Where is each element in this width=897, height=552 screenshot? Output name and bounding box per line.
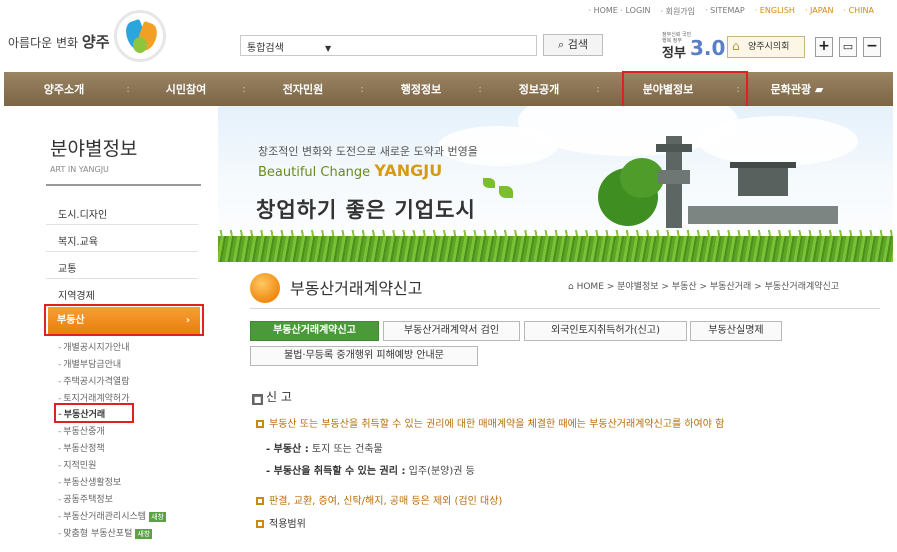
tab-contract-inspection[interactable]: 부동산거래계약서 검인 — [383, 321, 520, 341]
nav-item-culture[interactable]: 문화관광 ▰ — [742, 81, 852, 97]
sitemap-link[interactable]: · SITEMAP — [700, 6, 750, 17]
sidebar: 분야별정보 ART IN YANGJU — [30, 120, 212, 186]
subnav-item[interactable]: - 개별공시지가안내 — [58, 340, 130, 353]
sidebar-divider — [46, 184, 201, 186]
content-bullet-1: 부동산 또는 부동산을 취득할 수 있는 권리에 대한 매매계약을 체결한 때에… — [256, 415, 724, 430]
gov-text: 정부 — [662, 46, 686, 61]
main-nav: 양주소개 : 시민참여 : 전자민원 : 행정정보 : 정보공개 : 분야별정보… — [4, 72, 893, 106]
sidebar-item-urban-design[interactable]: 도시.디자인 — [58, 206, 107, 221]
nav-separator: : — [242, 83, 246, 95]
city-emblem-icon[interactable] — [114, 10, 166, 62]
gov-version: 3.0 — [690, 36, 726, 60]
subnav-item[interactable]: - 부동산정책 — [58, 441, 105, 454]
pavilion-image — [738, 166, 788, 196]
external-link-icon: ▰ — [814, 83, 824, 96]
grass-image — [218, 236, 893, 262]
content-bullet-2: 판결, 교환, 증여, 신탁/해지, 공매 등은 제외 (검인 대상) — [256, 492, 502, 507]
nav-item-civil[interactable]: 전자민원 — [248, 81, 358, 97]
nav-separator: : — [596, 83, 600, 95]
subnav-item[interactable]: - 부동산거래관리시스템 새창 — [58, 509, 166, 522]
content-detail-1: - 부동산 : 토지 또는 건축물 — [266, 444, 383, 455]
search-button[interactable]: ⌕ 검색 — [543, 34, 603, 56]
title-divider — [250, 308, 880, 309]
sidebar-item-welfare[interactable]: 복지.교육 — [58, 233, 98, 248]
subnav-item[interactable]: - 지적민원 — [58, 458, 96, 471]
china-link[interactable]: · CHINA — [838, 6, 879, 17]
search-box[interactable]: 통합검색 ▼ — [240, 35, 537, 56]
search-button-label: 검색 — [567, 38, 588, 51]
logo-city: 양주 — [81, 33, 110, 51]
japan-link[interactable]: · JAPAN — [800, 6, 839, 17]
home-login-link[interactable]: · HOME · LOGIN — [584, 6, 656, 17]
banner-brand: Beautiful Change YANGJU — [258, 161, 443, 180]
nav-item-admin[interactable]: 행정정보 — [366, 81, 476, 97]
tab-real-name[interactable]: 부동산실명제 — [690, 321, 782, 341]
english-link[interactable]: · ENGLISH — [750, 6, 800, 17]
join-link[interactable]: · 회원가입 — [656, 6, 701, 17]
leaf-decoration-icon — [483, 178, 495, 188]
subnav-item[interactable]: - 개별부담금안내 — [58, 357, 121, 370]
new-window-tag: 새창 — [149, 512, 166, 522]
bullet-box-icon — [256, 420, 264, 428]
nav-separator: : — [126, 83, 130, 95]
search-scope-select[interactable]: 통합검색 ▼ — [247, 39, 331, 54]
subnav-item[interactable]: - 주택공시가격열람 — [58, 374, 130, 387]
content-bullet-3: 적용범위 — [256, 515, 306, 530]
bullet-box-icon — [256, 497, 264, 505]
section-square-icon: ■ — [252, 394, 263, 405]
sidebar-title: 분야별정보 — [50, 138, 138, 160]
utility-links: · HOME · LOGIN · 회원가입 · SITEMAP · ENGLIS… — [584, 6, 880, 17]
zoom-out-button[interactable]: − — [863, 37, 881, 57]
page-title-icon — [250, 273, 280, 303]
leaf-decoration-icon — [499, 186, 513, 198]
search-scope-label: 통합검색 — [247, 43, 284, 54]
zoom-in-button[interactable]: + — [815, 37, 833, 57]
site-header: · HOME · LOGIN · 회원가입 · SITEMAP · ENGLIS… — [0, 0, 897, 70]
subnav-item[interactable]: - 부동산생활정보 — [58, 475, 121, 488]
nav-separator: : — [360, 83, 364, 95]
bullet-box-icon — [256, 520, 264, 528]
subnav-item[interactable]: - 맞춤형 부동산포털 새창 — [58, 526, 153, 539]
highlight-box-nav — [622, 71, 748, 108]
hero-banner: 창조적인 변화와 도전으로 새로운 도약과 번영을 Beautiful Chan… — [218, 106, 893, 262]
nav-item-culture-label: 문화관광 — [770, 83, 812, 96]
page-title: 부동산거래계약신고 — [290, 279, 423, 298]
nav-item-about[interactable]: 양주소개 — [4, 81, 124, 97]
monitor-icon[interactable]: ▭ — [839, 37, 857, 57]
tab-foreigner-land[interactable]: 외국인토지취득허가(신고) — [524, 321, 687, 341]
nav-item-disclosure[interactable]: 정보공개 — [484, 81, 594, 97]
city-council-button[interactable]: ⌂ 양주시의회 — [727, 36, 805, 58]
highlight-box-subnav — [54, 403, 134, 423]
search-icon: ⌕ — [558, 38, 565, 51]
dropdown-arrow-icon: ▼ — [325, 44, 332, 53]
house-icon: ⌂ — [732, 39, 740, 53]
logo-slogan: 아름다운 변화 — [8, 36, 79, 50]
section-heading: ■ 신 고 — [252, 390, 292, 405]
sidebar-item-traffic[interactable]: 교통 — [58, 260, 76, 275]
highlight-box-sidebar — [44, 304, 204, 336]
content-detail-2: - 부동산을 취득할 수 있는 권리 : 입주(분양)권 등 — [266, 466, 475, 477]
tab-illegal-brokerage[interactable]: 불법·무등록 중개행위 피해예방 안내문 — [250, 346, 478, 366]
banner-slogan: 창조적인 변화와 도전으로 새로운 도약과 번영을 — [258, 145, 478, 158]
banner-headline: 창업하기 좋은 기업도시 — [256, 198, 476, 222]
site-logo-text[interactable]: 아름다운 변화 양주 — [8, 31, 110, 52]
gov30-logo[interactable]: 정부신뢰 국민행복 정부 정부 3.0 — [662, 32, 725, 61]
city-council-label: 양주시의회 — [748, 42, 790, 52]
sidebar-item-economy[interactable]: 지역경제 — [58, 287, 95, 302]
subnav-item[interactable]: - 공동주택정보 — [58, 492, 113, 505]
breadcrumb[interactable]: ⌂ HOME > 분야별정보 > 부동산 > 부동산거래 > 부동산거래계약신고 — [568, 279, 839, 292]
subnav-item[interactable]: - 부동산중개 — [58, 424, 105, 437]
nav-separator: : — [478, 83, 482, 95]
tab-contract-report[interactable]: 부동산거래계약신고 — [250, 321, 379, 341]
new-window-tag: 새창 — [135, 529, 153, 539]
nav-item-participation[interactable]: 시민참여 — [132, 81, 240, 97]
sidebar-subtitle: ART IN YANGJU — [50, 165, 109, 174]
